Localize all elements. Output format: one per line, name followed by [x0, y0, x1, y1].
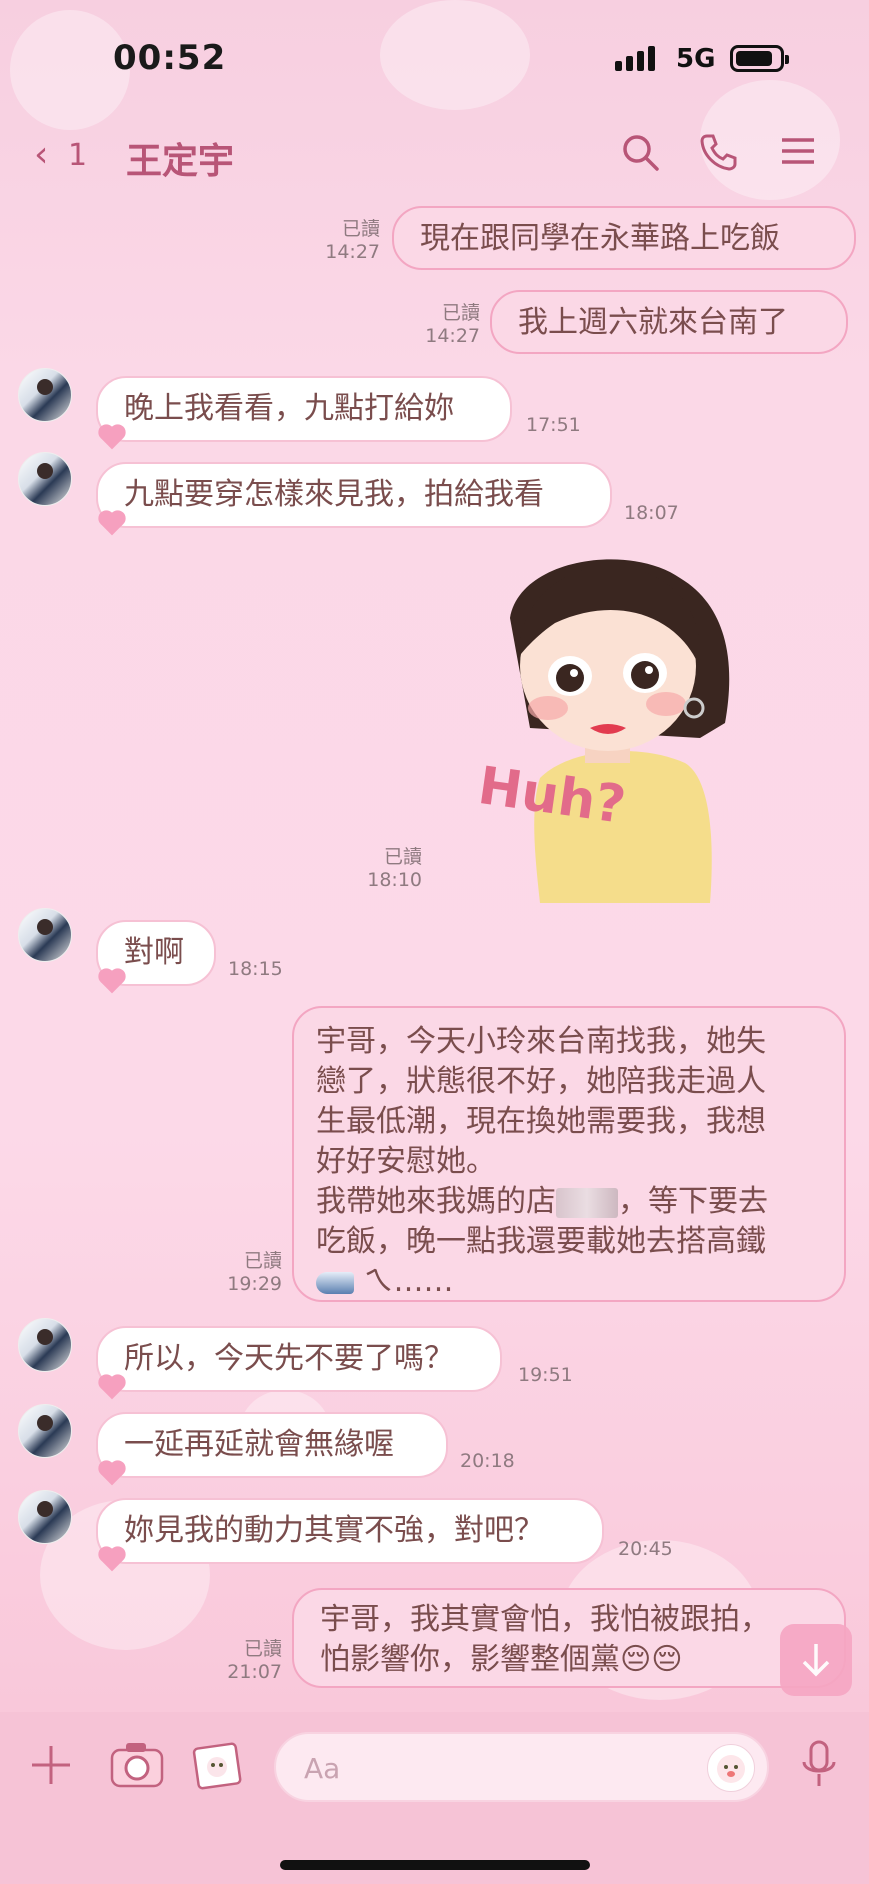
heart-icon	[100, 1376, 124, 1400]
message-bubble[interactable]: 一延再延就會無緣喔	[96, 1412, 448, 1478]
message-line: 宇哥，今天小玲來台南找我，她失	[316, 1024, 766, 1059]
status-time: 00:52	[113, 38, 227, 78]
plus-icon[interactable]	[26, 1742, 76, 1799]
microphone-icon[interactable]	[794, 1738, 844, 1803]
network-label: 5G	[676, 44, 716, 74]
message-line: 怕影響你，影響整個黨😔😔	[320, 1642, 683, 1677]
message-bubble[interactable]: 所以，今天先不要了嗎？	[96, 1326, 502, 1392]
home-indicator	[280, 1860, 590, 1870]
chat-title[interactable]: 王定宇	[126, 132, 234, 184]
message-input[interactable]	[302, 1746, 686, 1790]
message-line: 吃飯，晚一點我還要載她去搭高鐵	[316, 1224, 766, 1259]
heart-icon	[100, 426, 124, 450]
read-receipt: 已讀 19:29	[227, 1250, 282, 1295]
heart-icon	[100, 970, 124, 994]
read-receipt: 已讀 21:07	[227, 1638, 282, 1683]
composer-bar	[0, 1712, 869, 1884]
gallery-icon[interactable]	[190, 1740, 244, 1801]
phone-icon[interactable]	[696, 132, 740, 176]
message-time: 18:15	[228, 958, 283, 980]
message-time: 20:45	[618, 1538, 673, 1560]
message-line: 宇哥，我其實會怕，我怕被跟拍，	[320, 1602, 770, 1637]
menu-icon[interactable]	[776, 132, 820, 176]
message-bubble[interactable]: 妳見我的動力其實不強，對吧？	[96, 1498, 604, 1564]
read-receipt: 已讀 18:10	[367, 846, 422, 891]
avatar[interactable]	[18, 1404, 72, 1458]
message-bubble[interactable]: 九點要穿怎樣來見我，拍給我看	[96, 462, 612, 528]
message-bubble[interactable]: 晚上我看看，九點打給妳	[96, 376, 512, 442]
back-chevron-icon[interactable]: ‹	[34, 134, 48, 175]
message-bubble[interactable]: 現在跟同學在永華路上吃飯	[392, 206, 856, 270]
heart-icon	[100, 512, 124, 536]
huh-sticker[interactable]	[470, 548, 800, 903]
message-time: 20:18	[460, 1450, 515, 1472]
sticker-icon[interactable]	[707, 1744, 755, 1792]
read-receipt: 已讀 14:27	[325, 218, 380, 263]
message-input-box[interactable]	[274, 1732, 769, 1802]
message-line: 生最低潮，現在換她需要我，我想	[316, 1104, 766, 1139]
chat-header: ‹ 1 王定宇	[0, 120, 869, 190]
unread-count[interactable]: 1	[68, 138, 87, 173]
avatar[interactable]	[18, 1490, 72, 1544]
message-line: ㄟ……	[316, 1262, 822, 1302]
message-time: 19:51	[518, 1364, 573, 1386]
battery-icon	[730, 45, 789, 72]
avatar[interactable]	[18, 908, 72, 962]
message-line: 我帶她來我媽的店 ，等下要去	[316, 1184, 768, 1219]
signal-icon	[615, 46, 659, 71]
scroll-to-bottom-button[interactable]	[780, 1624, 852, 1696]
heart-icon	[100, 1462, 124, 1486]
message-line: 戀了，狀態很不好，她陪我走過人	[316, 1064, 766, 1099]
avatar[interactable]	[18, 368, 72, 422]
message-bubble[interactable]: 宇哥，今天小玲來台南找我，她失 戀了，狀態很不好，她陪我走過人 生最低潮，現在換…	[292, 1006, 846, 1302]
search-icon[interactable]	[618, 132, 662, 176]
read-receipt: 已讀 14:27	[425, 302, 480, 347]
message-time: 17:51	[526, 414, 581, 436]
message-line: 好好安慰她。	[316, 1144, 496, 1179]
avatar[interactable]	[18, 452, 72, 506]
message-bubble[interactable]: 宇哥，我其實會怕，我怕被跟拍， 怕影響你，影響整個黨😔😔	[292, 1588, 846, 1688]
message-time: 18:07	[624, 502, 679, 524]
camera-icon[interactable]	[108, 1738, 166, 1801]
avatar[interactable]	[18, 1318, 72, 1372]
blurred-name	[556, 1187, 618, 1218]
train-emoji-icon	[316, 1271, 354, 1294]
status-bar: 00:52 5G	[0, 0, 869, 120]
message-bubble[interactable]: 我上週六就來台南了	[490, 290, 848, 354]
